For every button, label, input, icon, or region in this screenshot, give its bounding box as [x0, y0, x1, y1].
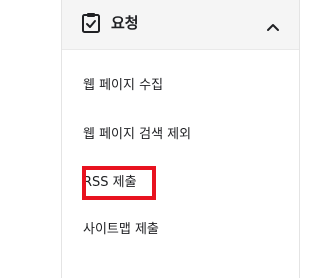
menu-item-sitemap-submit[interactable]: 사이트맵 제출 — [83, 221, 159, 239]
clipboard-check-icon — [81, 12, 102, 34]
section-header-request[interactable]: 요청 — [62, 0, 299, 50]
sidebar-panel: 요청 웹 페이지 수집 웹 페이지 검색 제외 RSS 제출 사이트맵 제출 — [61, 0, 300, 278]
section-title: 요청 — [111, 14, 139, 32]
screen: 요청 웹 페이지 수집 웹 페이지 검색 제외 RSS 제출 사이트맵 제출 — [0, 0, 327, 278]
chevron-up-icon[interactable] — [266, 17, 280, 31]
menu-item-web-page-collect[interactable]: 웹 페이지 수집 — [83, 77, 163, 95]
menu-item-rss-submit[interactable]: RSS 제출 — [83, 174, 137, 192]
menu-item-web-page-search-exclude[interactable]: 웹 페이지 검색 제외 — [83, 126, 191, 144]
